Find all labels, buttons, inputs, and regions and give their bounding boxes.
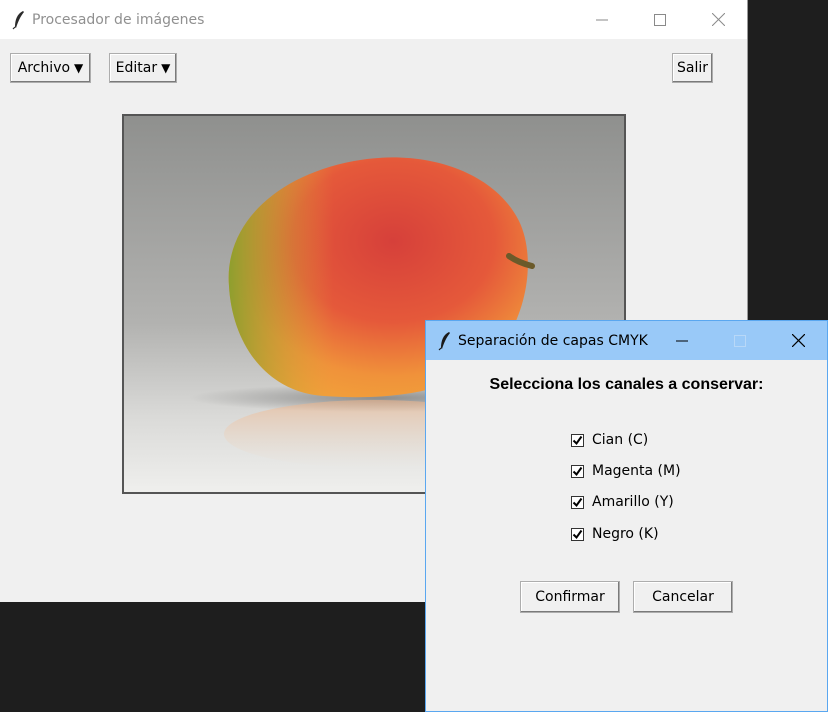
close-icon — [791, 334, 805, 347]
exit-button[interactable]: Salir — [672, 53, 713, 83]
minimize-button[interactable] — [573, 0, 631, 39]
cancel-button[interactable]: Cancelar — [633, 581, 733, 613]
checkbox-box[interactable] — [571, 433, 584, 447]
close-icon — [711, 13, 725, 26]
checkbox-box[interactable] — [571, 527, 584, 541]
main-titlebar[interactable]: Procesador de imágenes — [0, 0, 747, 39]
main-window-controls — [573, 0, 747, 39]
dialog-close-button[interactable] — [769, 321, 827, 360]
dialog-minimize-button[interactable] — [653, 321, 711, 360]
checkbox-magenta[interactable]: Magenta (M) — [571, 463, 681, 479]
checkbox-yellow[interactable]: Amarillo (Y) — [571, 494, 674, 510]
dialog-window-controls — [653, 321, 827, 360]
exit-button-label: Salir — [676, 60, 708, 76]
dialog-title: Separación de capas CMYK — [458, 332, 648, 349]
chevron-down-icon: ▼ — [161, 61, 171, 75]
cmyk-dialog: Separación de capas CMYK Selecciona los … — [425, 320, 828, 712]
checkmark-icon — [572, 497, 583, 507]
checkmark-icon — [572, 435, 583, 445]
minimize-icon — [676, 340, 688, 341]
checkbox-cyan[interactable]: Cian (C) — [571, 432, 648, 448]
file-menu-button[interactable]: Archivo ▼ — [10, 53, 91, 83]
checkbox-black[interactable]: Negro (K) — [571, 526, 659, 542]
checkbox-box[interactable] — [571, 464, 584, 478]
checkbox-label: Magenta (M) — [592, 463, 681, 479]
minimize-icon — [596, 19, 608, 20]
maximize-button[interactable] — [631, 0, 689, 39]
checkbox-label: Amarillo (Y) — [592, 494, 674, 510]
feather-icon — [434, 330, 456, 352]
chevron-down-icon: ▼ — [74, 61, 84, 75]
edit-menu-label: Editar — [115, 60, 158, 76]
checkmark-icon — [572, 466, 583, 476]
checkbox-label: Cian (C) — [592, 432, 649, 448]
checkbox-label: Negro (K) — [592, 526, 659, 542]
dialog-heading: Selecciona los canales a conservar: — [489, 376, 764, 393]
maximize-icon — [734, 334, 746, 347]
confirm-button-label: Confirmar — [535, 589, 605, 605]
feather-icon — [8, 9, 30, 31]
maximize-icon — [654, 13, 666, 26]
file-menu-label: Archivo — [17, 60, 71, 76]
main-window-title: Procesador de imágenes — [32, 11, 205, 28]
confirm-button[interactable]: Confirmar — [520, 581, 620, 613]
cancel-button-label: Cancelar — [652, 589, 714, 605]
edit-menu-button[interactable]: Editar ▼ — [109, 53, 177, 83]
dialog-titlebar[interactable]: Separación de capas CMYK — [426, 321, 827, 360]
checkmark-icon — [572, 529, 583, 539]
checkbox-box[interactable] — [571, 495, 584, 509]
close-button[interactable] — [689, 0, 747, 39]
dialog-maximize-button — [711, 321, 769, 360]
